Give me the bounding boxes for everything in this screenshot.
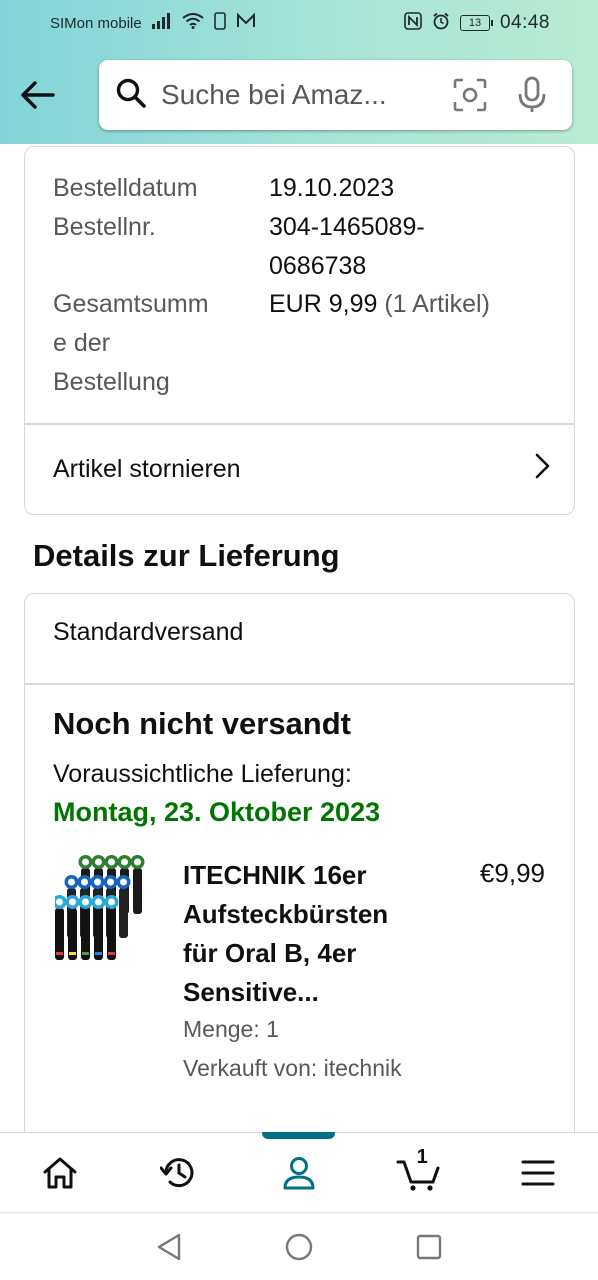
cancel-items-button[interactable]: Artikel stornieren — [25, 424, 574, 515]
order-number-line-2: 0686738 — [269, 252, 367, 280]
nav-menu[interactable] — [498, 1138, 578, 1208]
nav-history[interactable] — [139, 1138, 219, 1208]
status-bar: SIMon mobile 13 04:48 — [0, 0, 598, 46]
system-recents-button[interactable] — [407, 1225, 451, 1269]
order-total-amount: EUR 9,99 — [269, 290, 378, 318]
wifi-icon — [182, 12, 204, 34]
app-header: SIMon mobile 13 04:48 Suche bei Amaz... — [0, 0, 598, 144]
system-home-button[interactable] — [277, 1225, 321, 1269]
order-number-value: 304-1465089- 0686738 — [269, 208, 559, 286]
product-price: €9,99 — [479, 858, 545, 888]
carrier-name: SIMon mobile — [50, 14, 142, 32]
chevron-right-icon — [534, 452, 552, 487]
product-seller: Verkauft von: itechnik — [183, 1055, 402, 1081]
system-back-button[interactable] — [147, 1225, 191, 1269]
product-title-line-4: Sensitive... — [183, 977, 319, 1007]
delivery-card: Standardversand Noch nicht versandt Vora… — [24, 593, 575, 1153]
product-title-line-2: Aufsteckbürsten — [183, 899, 389, 929]
triangle-back-icon — [157, 1233, 181, 1260]
history-icon — [160, 1157, 194, 1187]
nav-account[interactable] — [259, 1138, 339, 1208]
circle-home-icon — [285, 1233, 313, 1260]
shipment-status: Noch nicht versandt — [53, 706, 351, 741]
shipping-method: Standardversand — [53, 618, 244, 646]
product-quantity: Menge: 1 — [183, 1016, 279, 1042]
order-number-label: Bestellnr. — [53, 213, 156, 241]
phone-storage-icon — [213, 11, 226, 35]
camera-scan-icon[interactable] — [448, 73, 492, 117]
nav-cart[interactable]: 1 — [379, 1138, 459, 1208]
order-total-label-line-2: e der — [53, 329, 110, 357]
order-date-value: 19.10.2023 — [269, 174, 395, 202]
signal-icon — [151, 12, 172, 34]
product-title-link[interactable]: ITECHNIK 16er Aufsteckbürsten für Oral B… — [183, 856, 433, 1012]
order-item-count: (1 Artikel) — [384, 290, 490, 318]
search-bar[interactable]: Suche bei Amaz... — [99, 60, 572, 130]
order-total-label: Gesamtsumm e der Bestellung — [53, 285, 243, 402]
divider — [25, 683, 574, 685]
system-navigation-bar — [0, 1212, 598, 1280]
order-summary-card: Bestelldatum 19.10.2023 Bestellnr. 304-1… — [24, 146, 575, 515]
clock: 04:48 — [499, 12, 550, 33]
account-icon — [283, 1156, 315, 1189]
order-total-label-line-3: Bestellung — [53, 368, 170, 396]
battery-icon: 13 — [459, 15, 493, 31]
alarm-icon — [432, 12, 450, 35]
product-title-line-3: für Oral B, 4er — [183, 938, 357, 968]
active-tab-indicator — [262, 1132, 335, 1139]
arrow-left-icon — [21, 81, 55, 109]
order-date-label: Bestelldatum — [53, 174, 198, 202]
menu-icon — [521, 1160, 555, 1185]
microphone-icon[interactable] — [510, 73, 554, 117]
mail-icon — [236, 12, 256, 34]
delivery-section-title: Details zur Lieferung — [33, 538, 340, 573]
square-recents-icon — [416, 1234, 442, 1259]
order-total-value: EUR 9,99 (1 Artikel) — [269, 285, 559, 324]
expected-delivery-label: Voraussichtliche Lieferung: — [53, 760, 352, 788]
home-icon — [43, 1157, 77, 1188]
order-number-line-1: 304-1465089- — [269, 213, 425, 241]
back-button[interactable] — [16, 74, 58, 116]
cancel-items-label: Artikel stornieren — [53, 455, 241, 483]
bottom-navigation: 1 — [0, 1132, 598, 1212]
nav-home[interactable] — [20, 1138, 100, 1208]
product-image[interactable] — [52, 852, 153, 962]
search-icon — [115, 77, 147, 114]
order-total-label-line-1: Gesamtsumm — [53, 290, 209, 318]
expected-delivery-date: Montag, 23. Oktober 2023 — [53, 797, 381, 827]
product-title-line-1: ITECHNIK 16er — [183, 860, 367, 890]
cart-count-badge: 1 — [416, 1145, 428, 1168]
nfc-icon — [404, 11, 422, 35]
search-input[interactable]: Suche bei Amaz... — [161, 79, 430, 111]
